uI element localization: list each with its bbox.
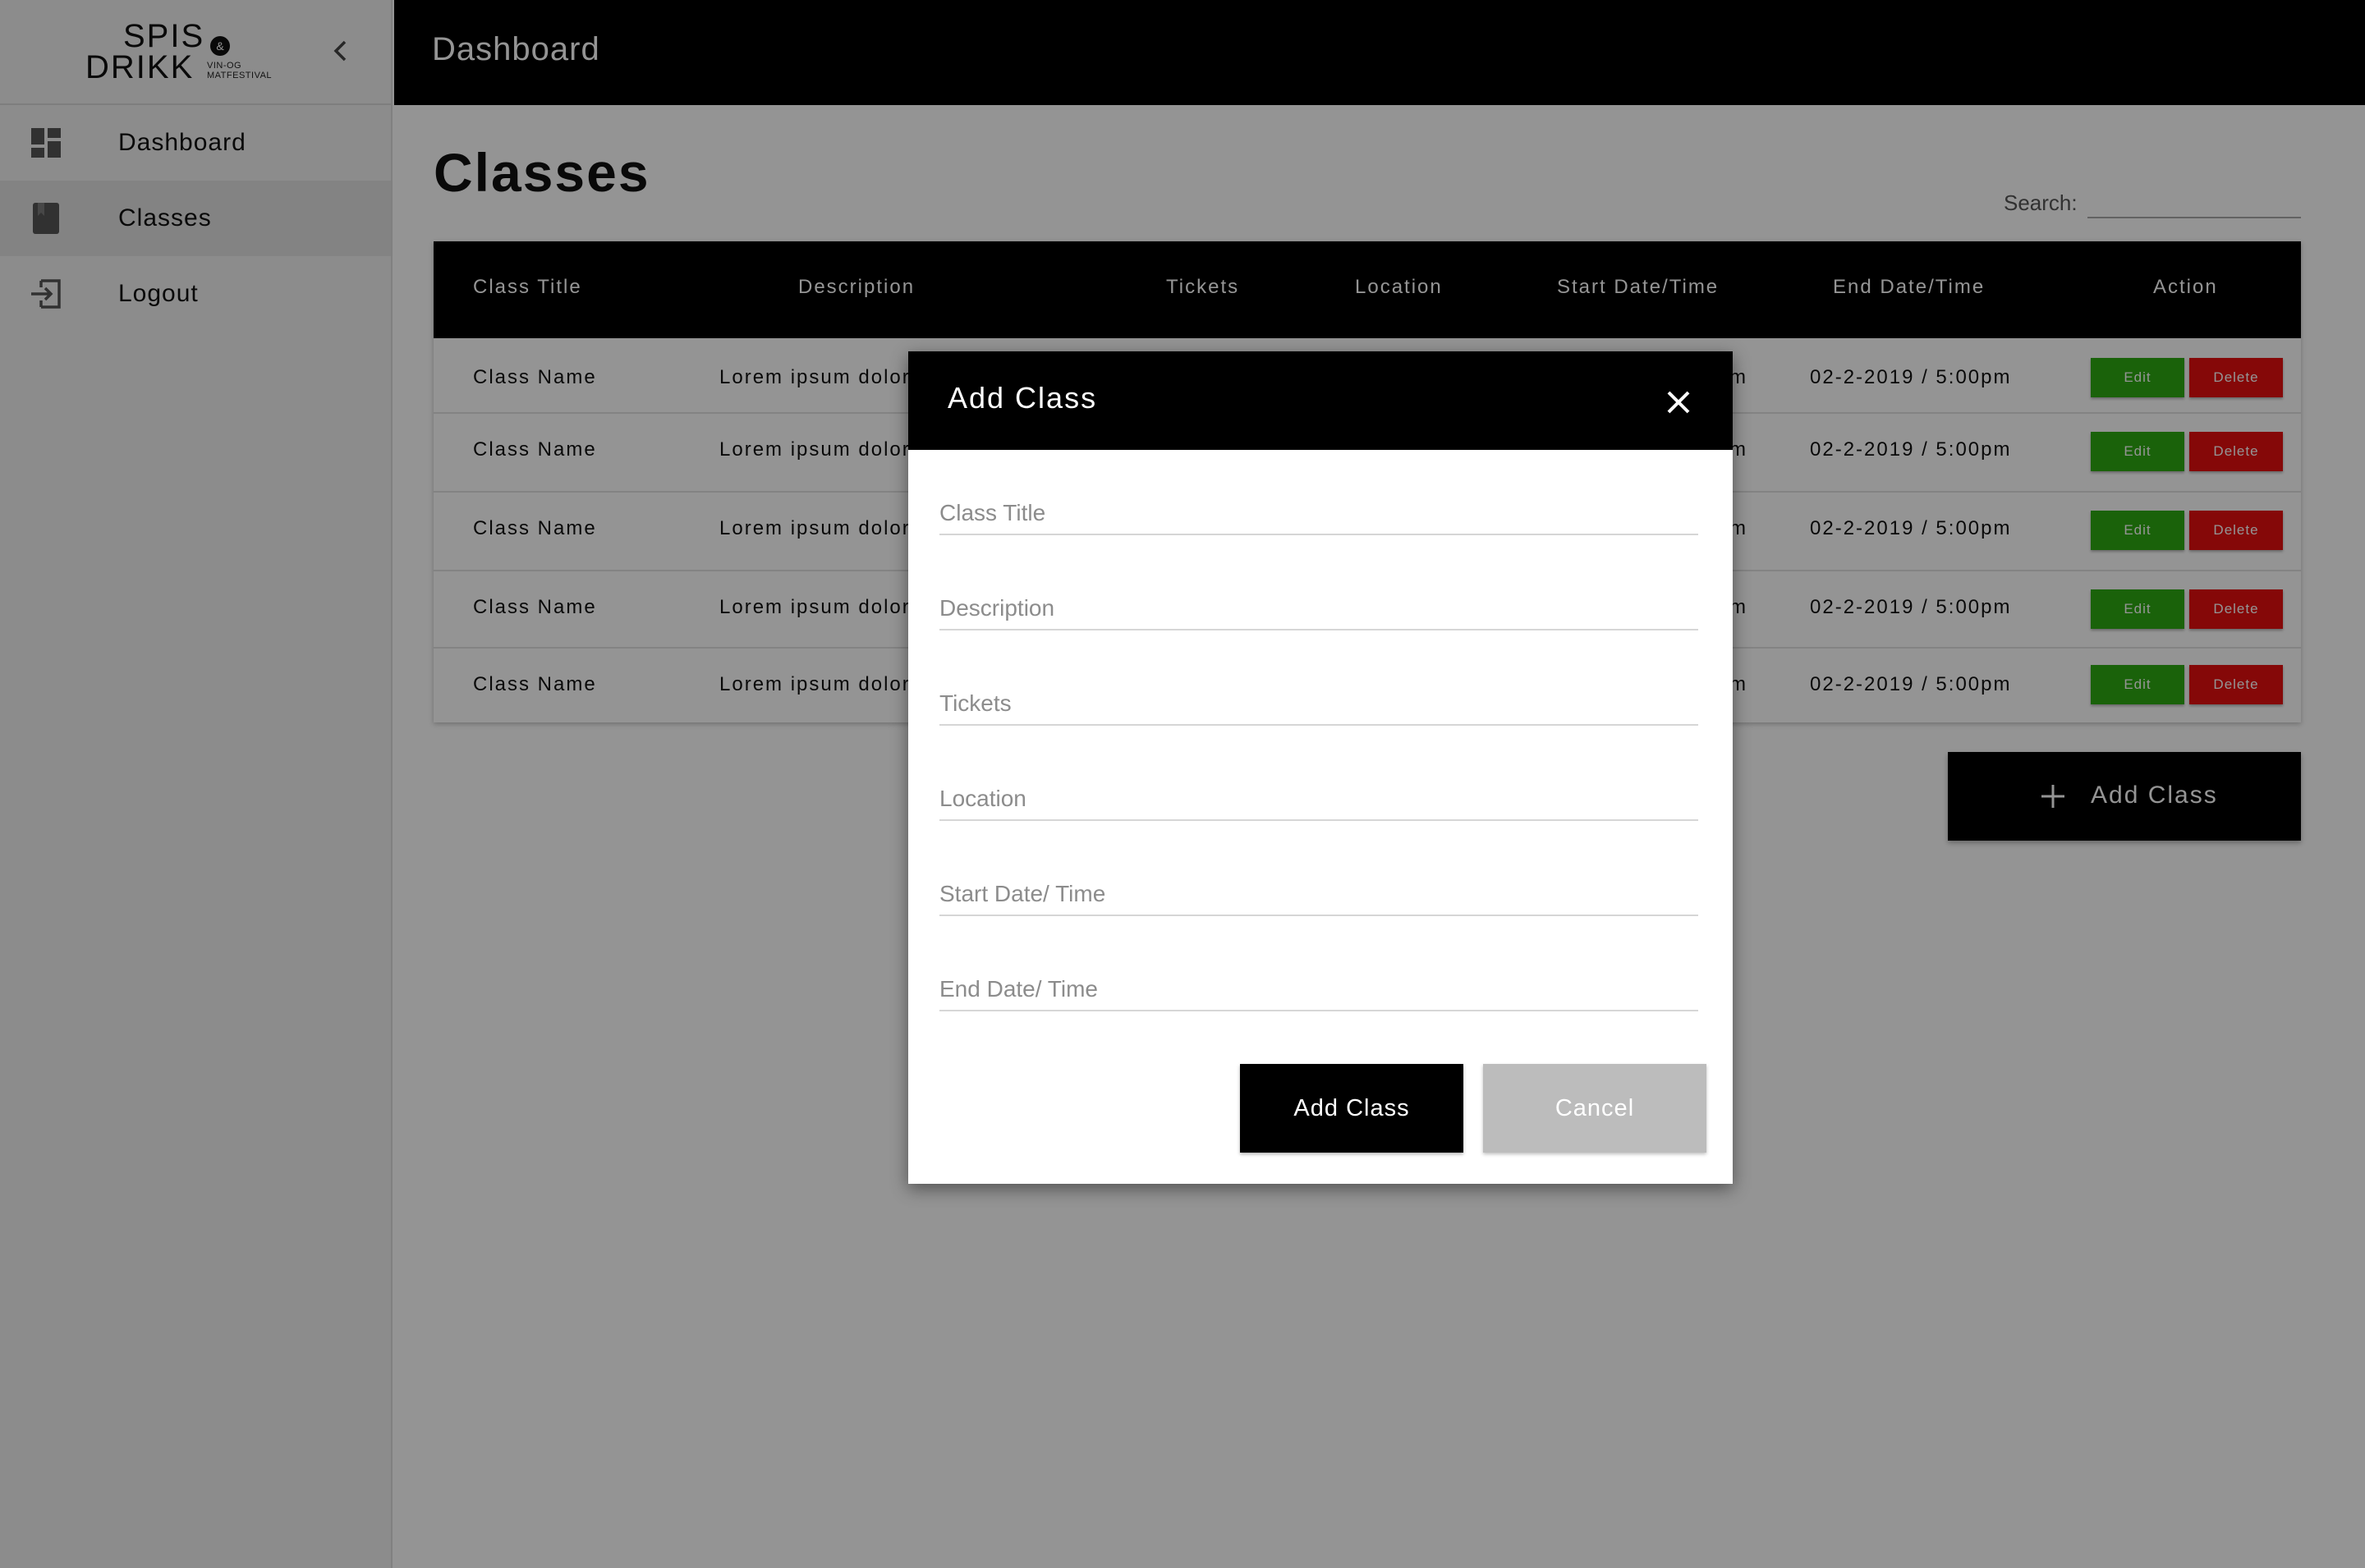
class-title-input[interactable] <box>939 479 1698 535</box>
dialog-header: Add Class <box>908 351 1733 450</box>
dialog-add-class-button[interactable]: Add Class <box>1240 1064 1463 1153</box>
add-class-dialog: Add Class Add Class Cancel <box>908 351 1733 1184</box>
end-datetime-input[interactable] <box>939 956 1698 1011</box>
location-input[interactable] <box>939 765 1698 821</box>
description-field <box>939 575 1698 632</box>
description-input[interactable] <box>939 575 1698 630</box>
class-title-field <box>939 479 1698 537</box>
location-field <box>939 765 1698 823</box>
tickets-input[interactable] <box>939 670 1698 726</box>
end-datetime-field <box>939 956 1698 1013</box>
start-datetime-input[interactable] <box>939 860 1698 916</box>
start-datetime-field <box>939 860 1698 918</box>
tickets-field <box>939 670 1698 727</box>
dialog-cancel-button[interactable]: Cancel <box>1483 1064 1706 1153</box>
dialog-title: Add Class <box>948 381 1098 415</box>
close-icon[interactable] <box>1664 387 1693 417</box>
